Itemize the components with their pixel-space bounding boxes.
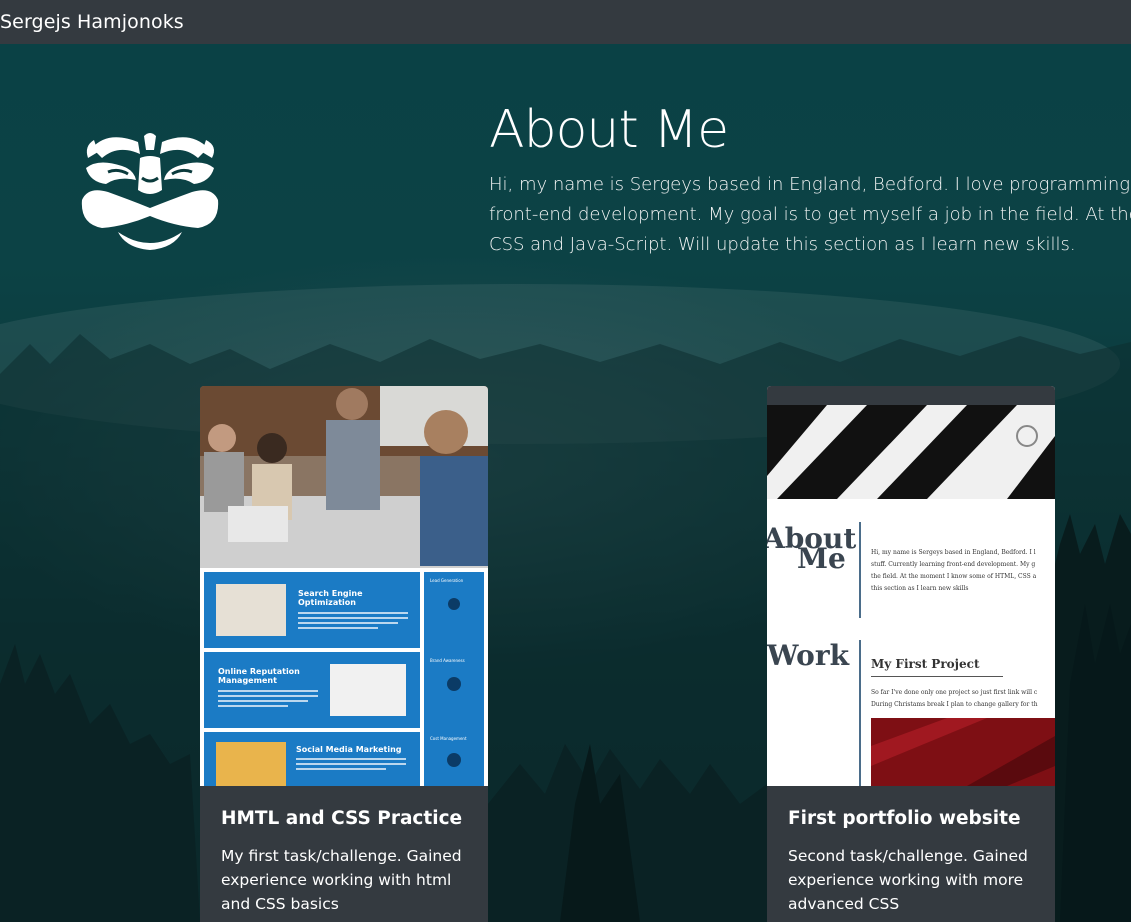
project-card[interactable]: Search Engine Optimization Online Reputa…	[200, 386, 488, 922]
panel-title: Social Media Marketing	[296, 745, 402, 754]
thumb-text: During Christams break I plan to change …	[871, 701, 1038, 708]
panel-title: Optimization	[298, 598, 356, 607]
thumb-text: this section as I learn new skills	[871, 585, 968, 592]
project-card[interactable]: About Me Work Hi, my name is Sergeys bas…	[767, 386, 1055, 922]
thumb-text: the field. At the moment I know some of …	[871, 573, 1037, 580]
panel-title: Search Engine	[298, 589, 363, 598]
card-title[interactable]: HMTL and CSS Practice	[221, 806, 467, 832]
thumb-text: Hi, my name is Sergeys based in England,…	[871, 549, 1036, 556]
panel-title: Management	[218, 676, 277, 685]
side-label: Brand Awareness	[430, 658, 465, 663]
card-body: HMTL and CSS Practice My first task/chal…	[200, 786, 488, 922]
about-line: CSS and Java-Script. Will update this se…	[489, 234, 1076, 255]
thumb-heading: Work	[767, 639, 850, 672]
about-section: About Me Hi, my name is Sergeys based in…	[489, 98, 1131, 260]
project-thumbnail[interactable]: About Me Work Hi, my name is Sergeys bas…	[767, 386, 1055, 786]
card-text: Second task/challenge. Gained experience…	[788, 847, 1028, 913]
about-text: Hi, my name is Sergeys based in England,…	[489, 170, 1131, 260]
about-title: About Me	[489, 100, 729, 160]
about-line: Hi, my name is Sergeys based in England,…	[489, 174, 1131, 195]
card-text: My first task/challenge. Gained experien…	[221, 847, 462, 913]
navbar: Sergejs Hamjonoks	[0, 0, 1131, 44]
thumb-project-title: My First Project	[871, 657, 980, 671]
navbar-brand[interactable]: Sergejs Hamjonoks	[0, 11, 184, 33]
thumb-text: stuff. Currently learning front-end deve…	[871, 561, 1035, 568]
about-line: front-end development. My goal is to get…	[489, 204, 1131, 225]
thumb-text: So far I've done only one project so jus…	[871, 689, 1038, 696]
project-thumbnail[interactable]: Search Engine Optimization Online Reputa…	[200, 386, 488, 786]
card-title[interactable]: First portfolio website	[788, 806, 1034, 832]
side-label: Cost Management	[430, 736, 467, 741]
side-label: Lead Generation	[430, 578, 464, 583]
mask-icon	[78, 128, 223, 253]
panel-title: Online Reputation	[218, 667, 300, 676]
thumb-heading: Me	[797, 542, 846, 575]
card-body: First portfolio website Second task/chal…	[767, 786, 1055, 922]
